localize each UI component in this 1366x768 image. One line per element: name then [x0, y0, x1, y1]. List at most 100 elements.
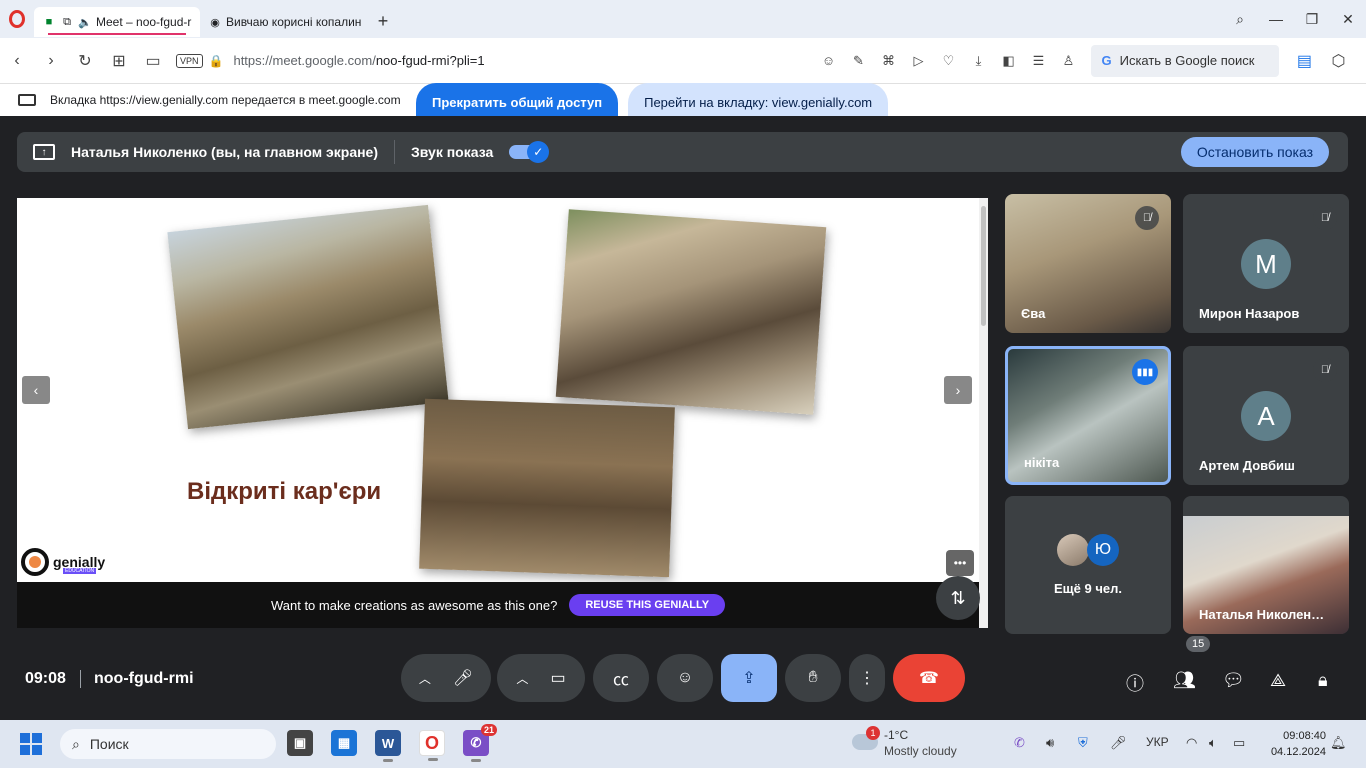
google-icon: G	[1101, 53, 1112, 68]
more-vert-icon: ⋮	[859, 670, 875, 687]
slide-scrollbar[interactable]	[979, 198, 988, 628]
wifi-icon[interactable]: ◠	[1186, 735, 1197, 751]
forward-button[interactable]: ›	[34, 52, 68, 70]
volume-tray-icon[interactable]: 🔊︎	[1046, 735, 1054, 751]
url-path: noo-fgud-rmi?pli=1	[375, 53, 485, 68]
store-icon[interactable]: ▦	[331, 730, 357, 756]
screen-share-icon	[18, 94, 36, 106]
captions-button[interactable]: ㏄	[593, 654, 649, 702]
tab-meet[interactable]: ■ ⧉ 🔈 Meet – noo-fgud-r	[34, 7, 200, 37]
participant-tile[interactable]: 🎙̸ А Артем Довбиш	[1183, 346, 1349, 485]
camera-icon[interactable]: ▭	[136, 51, 170, 71]
opera-menu-icon[interactable]	[0, 0, 34, 38]
heart-icon[interactable]: ♡	[933, 53, 963, 69]
mic-off-icon: 🎙̸	[1313, 206, 1337, 230]
more-options-icon[interactable]: •••	[946, 550, 974, 576]
meeting-code: noo-fgud-rmi	[94, 670, 194, 687]
speaker-icon[interactable]: 🔈	[78, 16, 92, 29]
audio-options-chevron-icon[interactable]: ︿	[419, 670, 431, 687]
next-slide-button[interactable]: ›	[944, 376, 972, 404]
end-call-button[interactable]: ☎	[893, 654, 965, 702]
extensions-icon[interactable]: ⬡	[1321, 51, 1355, 71]
people-icon[interactable]: 👥︎	[1173, 670, 1196, 691]
clock-date: 04.12.2024	[1270, 746, 1326, 758]
start-button[interactable]	[20, 733, 42, 755]
minimize-button[interactable]: —	[1258, 11, 1294, 27]
prev-slide-button[interactable]: ‹	[22, 376, 50, 404]
participant-name: Наталья Николен…	[1199, 607, 1325, 622]
present-icon: ↑	[33, 144, 55, 160]
battery-icon[interactable]: ▭	[1233, 735, 1245, 751]
address-bar: ‹ › ↻ ⊞ ▭ VPN 🔒 https://meet.google.com/…	[0, 38, 1366, 84]
hand-icon: ✋︎	[808, 669, 818, 686]
lock-icon[interactable]: 🔒	[209, 54, 224, 68]
snapshot-icon[interactable]: ⌘	[873, 53, 903, 69]
download-icon[interactable]: ⤓	[963, 53, 993, 69]
share-icon[interactable]: ✎	[843, 53, 873, 69]
play-icon[interactable]: ▷	[903, 53, 933, 69]
speed-dial-icon[interactable]: ⊞	[102, 51, 136, 71]
camera-toggle-icon[interactable]: ▭	[550, 668, 565, 688]
info-icon[interactable]: ⓘ	[1126, 670, 1144, 696]
reuse-genially-button[interactable]: REUSE THIS GENIALLY	[569, 594, 726, 616]
video-group: ︿ ▭	[497, 654, 585, 702]
mic-off-icon: 🎙̸	[1135, 206, 1159, 230]
more-options-button[interactable]: ⋮	[849, 654, 885, 702]
search-placeholder: Искать в Google поиск	[1119, 53, 1255, 68]
mic-icon[interactable]: 🎤︎	[453, 668, 473, 688]
word-icon[interactable]: W	[375, 730, 401, 762]
participant-tile[interactable]: 🎙̸ М Мирон Назаров	[1183, 194, 1349, 333]
url-field[interactable]: https://meet.google.com/noo-fgud-rmi?pli…	[233, 53, 793, 68]
participant-tile[interactable]: 🎙̸ Єва	[1005, 194, 1171, 333]
tab-title: Вивчаю корисні копалин	[226, 15, 362, 29]
mic-tray-icon[interactable]: 🎤︎	[1110, 735, 1127, 751]
language-indicator[interactable]: УКР	[1146, 735, 1169, 749]
tab-genially[interactable]: ◉ Вивчаю корисні копалин	[200, 7, 366, 37]
profile-icon[interactable]: ♙	[1053, 53, 1083, 69]
sound-toggle[interactable]: ✓	[509, 141, 550, 163]
presenting-bar: ↑ Наталья Николенко (вы, на главном экра…	[17, 132, 1348, 172]
easy-setup-icon[interactable]: ☰	[1023, 53, 1053, 69]
vpn-badge[interactable]: VPN	[176, 53, 203, 68]
genially-favicon-icon: ◉	[210, 16, 220, 29]
hang-up-icon: ☎	[919, 670, 939, 687]
reload-button[interactable]: ↻	[68, 51, 102, 71]
wallet-icon[interactable]: ▤	[1287, 51, 1321, 71]
host-controls-icon[interactable]: 🔒︎	[1318, 670, 1328, 691]
reactions-button[interactable]: ☺	[657, 654, 713, 702]
battery-saver-icon[interactable]: ◧	[993, 53, 1023, 69]
security-icon[interactable]: ⛨	[1078, 735, 1088, 751]
avatar: М	[1241, 239, 1291, 289]
activities-icon[interactable]: ⟁	[1270, 670, 1286, 691]
new-tab-button[interactable]: +	[370, 8, 396, 34]
more-participants-tile[interactable]: Ю Ещё 9 чел.	[1005, 496, 1171, 634]
pip-icon[interactable]: ⧉	[60, 16, 74, 28]
video-options-chevron-icon[interactable]: ︿	[516, 670, 528, 687]
scrollbar-thumb[interactable]	[981, 206, 986, 326]
quarry-photo-2	[555, 209, 827, 415]
notifications-icon[interactable]: 🔔︎	[1330, 735, 1347, 751]
chat-icon[interactable]: 💬︎	[1222, 670, 1245, 691]
participant-tile-speaking[interactable]: ▮▮▮ нікіта	[1005, 346, 1171, 485]
restore-button[interactable]: ❐	[1294, 11, 1330, 28]
google-search-input[interactable]: G Искать в Google поиск	[1091, 44, 1280, 77]
swap-layout-icon[interactable]: ⇅	[936, 576, 980, 620]
opera-icon[interactable]: O	[419, 730, 445, 761]
speaker-icon[interactable]: 🔈︎	[1209, 735, 1217, 751]
task-view-icon[interactable]: ▣	[287, 730, 313, 756]
raise-hand-button[interactable]: ✋︎	[785, 654, 841, 702]
sharing-message: Вкладка https://view.genially.com переда…	[50, 93, 401, 107]
taskbar-search[interactable]: ⌕ Поиск	[60, 729, 276, 759]
self-tile[interactable]: Наталья Николен…	[1183, 496, 1349, 634]
viber-tray-icon[interactable]: ✆	[1014, 735, 1025, 751]
viber-icon[interactable]: ✆ 21	[463, 724, 497, 762]
close-button[interactable]: ✕	[1330, 11, 1366, 28]
back-button[interactable]: ‹	[0, 52, 34, 70]
emoji-icon[interactable]: ☺	[813, 53, 843, 69]
search-tabs-icon[interactable]: ⌕	[1222, 11, 1258, 28]
window-controls: ⌕ — ❐ ✕	[1222, 0, 1366, 38]
present-button[interactable]: ⇪	[721, 654, 777, 702]
windows-taskbar: ⌕ Поиск ▣ ▦ W O ✆ 21 1 -1°C Mostly cloud…	[0, 720, 1366, 768]
taskbar-clock[interactable]: 09:08:40 04.12.2024	[1271, 728, 1326, 760]
stop-presenting-button[interactable]: Остановить показ	[1180, 137, 1329, 167]
